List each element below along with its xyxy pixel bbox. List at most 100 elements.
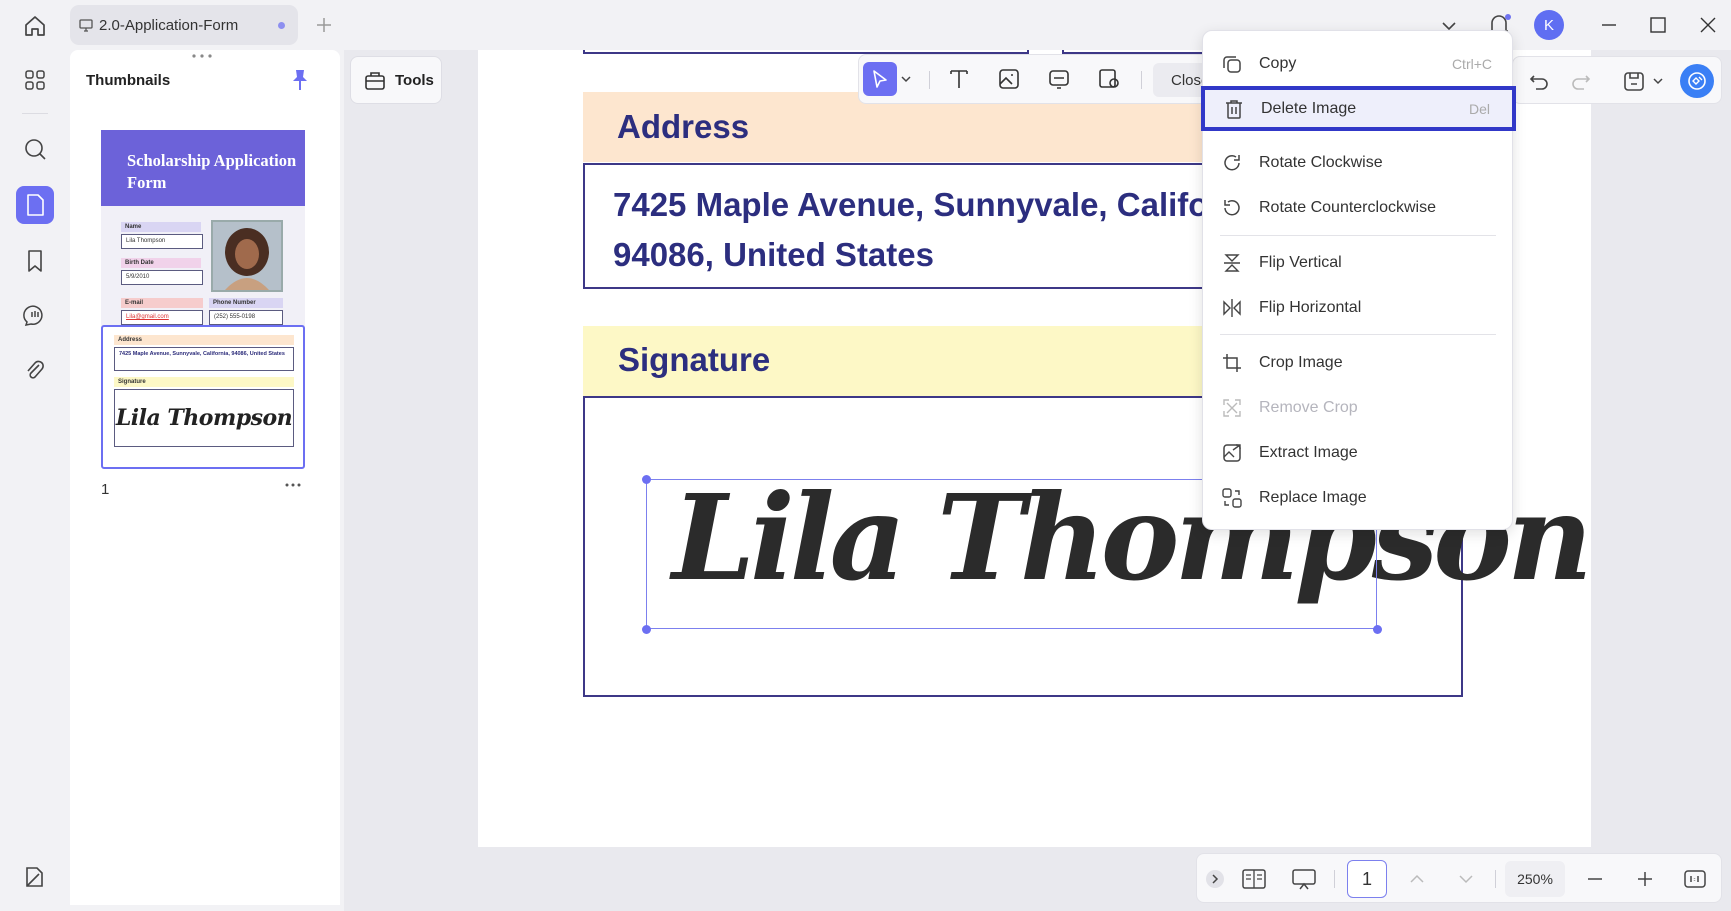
add-image-button[interactable]	[992, 62, 1026, 96]
zoom-level[interactable]: 250%	[1505, 861, 1565, 897]
save-icon	[1624, 72, 1644, 91]
menu-item-rotate-clockwise[interactable]: Rotate Clockwise	[1203, 141, 1514, 185]
trash-icon	[1221, 96, 1247, 122]
menu-divider	[1220, 334, 1496, 335]
resize-handle-bottom-left[interactable]	[642, 625, 651, 634]
tools-button[interactable]: Tools	[350, 56, 442, 104]
page-layout-button[interactable]	[1240, 865, 1268, 893]
zoom-out-button[interactable]	[1581, 865, 1609, 893]
chevron-down-icon	[901, 76, 911, 83]
rail-thumbnails-button[interactable]	[16, 186, 54, 224]
toolbar-divider	[1141, 71, 1142, 89]
pin-panel-button[interactable]	[289, 68, 311, 92]
document-tab[interactable]: 2.0-Application-Form	[70, 5, 298, 45]
user-avatar[interactable]: K	[1534, 10, 1564, 40]
menu-item-label: Extract Image	[1259, 444, 1358, 461]
search-icon	[25, 139, 46, 160]
home-button[interactable]	[18, 11, 52, 41]
menu-item-label: Remove Crop	[1259, 399, 1358, 416]
collapse-bar-button[interactable]	[1201, 865, 1229, 893]
rail-divider	[22, 113, 48, 114]
menu-item-extract-image[interactable]: Extract Image	[1203, 431, 1514, 475]
select-tool-dropdown[interactable]	[899, 62, 913, 96]
rail-pages-grid-button[interactable]	[16, 61, 54, 99]
next-page-button[interactable]	[1452, 865, 1480, 893]
chevron-up-icon	[1410, 874, 1424, 883]
menu-item-replace-image[interactable]: Replace Image	[1203, 476, 1514, 520]
person-photo-icon	[213, 222, 281, 290]
plus-icon	[1638, 872, 1652, 886]
select-tool-button[interactable]	[863, 62, 897, 96]
undo-button[interactable]	[1525, 67, 1553, 95]
thumb-signature-text: Lila Thompson	[115, 405, 293, 431]
bar-divider	[1334, 870, 1335, 888]
copy-icon	[1219, 51, 1245, 77]
minimize-button[interactable]	[1596, 12, 1622, 38]
rail-comments-button[interactable]	[16, 296, 54, 334]
redo-icon	[1572, 75, 1591, 90]
right-toolbar	[1512, 56, 1722, 104]
thumb-field-value: (252) 555-0198	[209, 310, 283, 325]
save-button[interactable]	[1620, 67, 1648, 95]
menu-item-delete-image[interactable]: Delete Image Del	[1201, 86, 1516, 131]
ai-assistant-button[interactable]	[1680, 64, 1714, 98]
add-watermark-button[interactable]	[1092, 62, 1126, 96]
thumbnails-title: Thumbnails	[86, 72, 171, 89]
menu-item-label: Replace Image	[1259, 489, 1367, 506]
rail-search-button[interactable]	[16, 130, 54, 168]
panel-drag-handle[interactable]	[190, 52, 214, 60]
presentation-icon	[1292, 869, 1316, 890]
menu-item-label: Copy	[1259, 55, 1297, 72]
add-link-button[interactable]	[1042, 62, 1076, 96]
presentation-button[interactable]	[1290, 865, 1318, 893]
pin-icon	[293, 70, 307, 90]
menu-item-rotate-counterclockwise[interactable]: Rotate Counterclockwise	[1203, 186, 1514, 230]
menu-divider	[1220, 235, 1496, 236]
rotate-ccw-icon	[1219, 195, 1245, 221]
comment-icon	[23, 305, 43, 326]
maximize-button[interactable]	[1645, 12, 1671, 38]
extract-image-icon	[1219, 440, 1245, 466]
thumb-more-button[interactable]	[284, 480, 302, 490]
cursor-icon	[873, 70, 887, 88]
menu-item-label: Crop Image	[1259, 354, 1343, 371]
redo-button[interactable]	[1567, 67, 1595, 95]
sidebar-toggle-icon	[26, 867, 43, 887]
thumb-signature-box: Lila Thompson	[114, 389, 294, 447]
rail-settings-button[interactable]	[19, 862, 49, 892]
menu-item-flip-horizontal[interactable]: Flip Horizontal	[1203, 286, 1514, 330]
save-dropdown[interactable]	[1650, 67, 1666, 95]
left-rail	[0, 50, 70, 911]
thumb-field-value: 5/9/2010	[121, 270, 203, 285]
resize-handle-bottom-right[interactable]	[1373, 625, 1382, 634]
address-text: 7425 Maple Avenue, Sunnyvale, Califo 940…	[613, 180, 1213, 280]
new-tab-button[interactable]	[312, 12, 336, 38]
text-icon	[950, 70, 968, 88]
menu-item-flip-vertical[interactable]: Flip Vertical	[1203, 241, 1514, 285]
edit-toolbar: Close	[858, 54, 1219, 104]
monitor-icon	[79, 19, 93, 32]
menu-item-crop-image[interactable]: Crop Image	[1203, 341, 1514, 385]
address-line-2: 94086, United States	[613, 236, 934, 273]
paperclip-icon	[27, 360, 44, 379]
close-window-button[interactable]	[1695, 12, 1721, 38]
more-icon	[285, 483, 301, 487]
menu-item-shortcut: Ctrl+C	[1451, 56, 1492, 72]
menu-item-remove-crop[interactable]: Remove Crop	[1203, 386, 1514, 430]
previous-page-button[interactable]	[1403, 865, 1431, 893]
menu-item-copy[interactable]: Copy Ctrl+C	[1203, 42, 1514, 86]
resize-handle-top-left[interactable]	[642, 475, 651, 484]
add-text-button[interactable]	[942, 62, 976, 96]
minimize-icon	[1602, 24, 1616, 26]
address-line-1: 7425 Maple Avenue, Sunnyvale, Califo	[613, 186, 1209, 223]
selected-page-thumbnail[interactable]: Address 7425 Maple Avenue, Sunnyvale, Ca…	[101, 325, 305, 469]
zoom-in-button[interactable]	[1631, 865, 1659, 893]
maximize-icon	[1650, 17, 1666, 33]
menu-item-shortcut: Del	[1468, 100, 1490, 117]
rail-bookmarks-button[interactable]	[16, 242, 54, 280]
rail-attachments-button[interactable]	[16, 351, 54, 389]
replace-image-icon	[1219, 485, 1245, 511]
page-number-input[interactable]: 1	[1347, 860, 1387, 898]
actual-size-button[interactable]	[1681, 865, 1709, 893]
book-layout-icon	[1242, 869, 1266, 889]
